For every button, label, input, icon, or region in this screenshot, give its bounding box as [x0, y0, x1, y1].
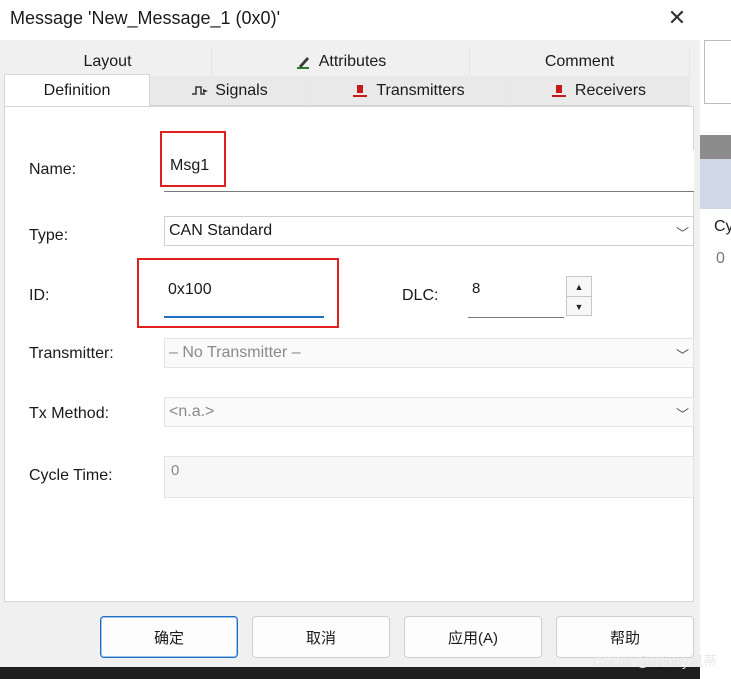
message-dialog: Message 'New_Message_1 (0x0)' ✕ Layout A…	[0, 0, 700, 667]
background-panel	[704, 40, 731, 104]
tab-layout[interactable]: Layout	[4, 48, 212, 76]
cycle-time-field[interactable]: 0	[164, 456, 694, 498]
tab-comment-label: Comment	[544, 53, 615, 70]
background-cell-value: 0	[716, 250, 725, 267]
tab-receivers-label: Receivers	[574, 81, 647, 99]
background-header-strip	[700, 135, 731, 159]
type-label: Type:	[29, 227, 69, 244]
cycle-time-label: Cycle Time:	[29, 467, 113, 484]
tab-signals[interactable]: Signals	[150, 76, 310, 106]
dlc-label: DLC:	[402, 287, 439, 304]
type-select-value: CAN Standard	[169, 222, 273, 239]
spin-down-icon[interactable]: ▼	[567, 296, 591, 316]
tab-definition[interactable]: Definition	[4, 74, 150, 106]
transmitter-node-icon	[352, 83, 368, 99]
dlc-spinner[interactable]: ▲ ▼	[566, 276, 592, 316]
dlc-field[interactable]: 8	[468, 276, 564, 318]
id-label: ID:	[29, 287, 50, 304]
txmethod-select[interactable]: <n.a.> ﹀	[164, 397, 694, 427]
tab-transmitters[interactable]: Transmitters	[310, 76, 508, 106]
cancel-button[interactable]: 取消	[252, 616, 390, 658]
close-icon[interactable]: ✕	[662, 4, 692, 32]
chevron-down-icon: ﹀	[675, 407, 689, 422]
ok-button[interactable]: 确定	[100, 616, 238, 658]
background-column-header: Cy	[714, 218, 731, 235]
csdn-watermark: CSDN @Windy温蒂	[592, 653, 717, 669]
tab-attributes[interactable]: Attributes	[212, 48, 470, 76]
transmitter-label: Transmitter:	[29, 345, 114, 362]
spin-up-icon[interactable]: ▲	[567, 277, 591, 296]
signals-icon	[191, 83, 209, 99]
chevron-down-icon: ﹀	[675, 226, 689, 241]
dialog-title: Message 'New_Message_1 (0x0)'	[10, 8, 280, 28]
tab-transmitters-label: Transmitters	[376, 81, 465, 99]
id-highlight-box	[137, 258, 339, 328]
apply-button[interactable]: 应用(A)	[404, 616, 542, 658]
title-bar: Message 'New_Message_1 (0x0)' ✕	[0, 0, 700, 40]
tab-receivers[interactable]: Receivers	[508, 76, 690, 106]
receiver-node-icon	[551, 83, 567, 99]
tab-signals-label: Signals	[215, 81, 268, 99]
name-label: Name:	[29, 161, 77, 178]
name-field[interactable]: Msg1	[164, 150, 694, 192]
txmethod-label: Tx Method:	[29, 405, 110, 422]
type-select[interactable]: CAN Standard ﹀	[164, 216, 694, 246]
tab-comment[interactable]: Comment	[470, 48, 690, 76]
attributes-pencil-icon	[295, 54, 311, 70]
background-window: Cy 0	[700, 0, 731, 679]
transmitter-select-value: – No Transmitter –	[169, 344, 301, 361]
tab-definition-label: Definition	[43, 81, 111, 99]
txmethod-select-value: <n.a.>	[169, 403, 215, 420]
transmitter-select[interactable]: – No Transmitter – ﹀	[164, 338, 694, 368]
tab-attributes-label: Attributes	[318, 53, 387, 70]
name-highlight-box	[160, 131, 226, 187]
background-selection-strip	[700, 159, 731, 209]
chevron-down-icon: ﹀	[675, 348, 689, 363]
tab-layout-label: Layout	[83, 53, 132, 70]
